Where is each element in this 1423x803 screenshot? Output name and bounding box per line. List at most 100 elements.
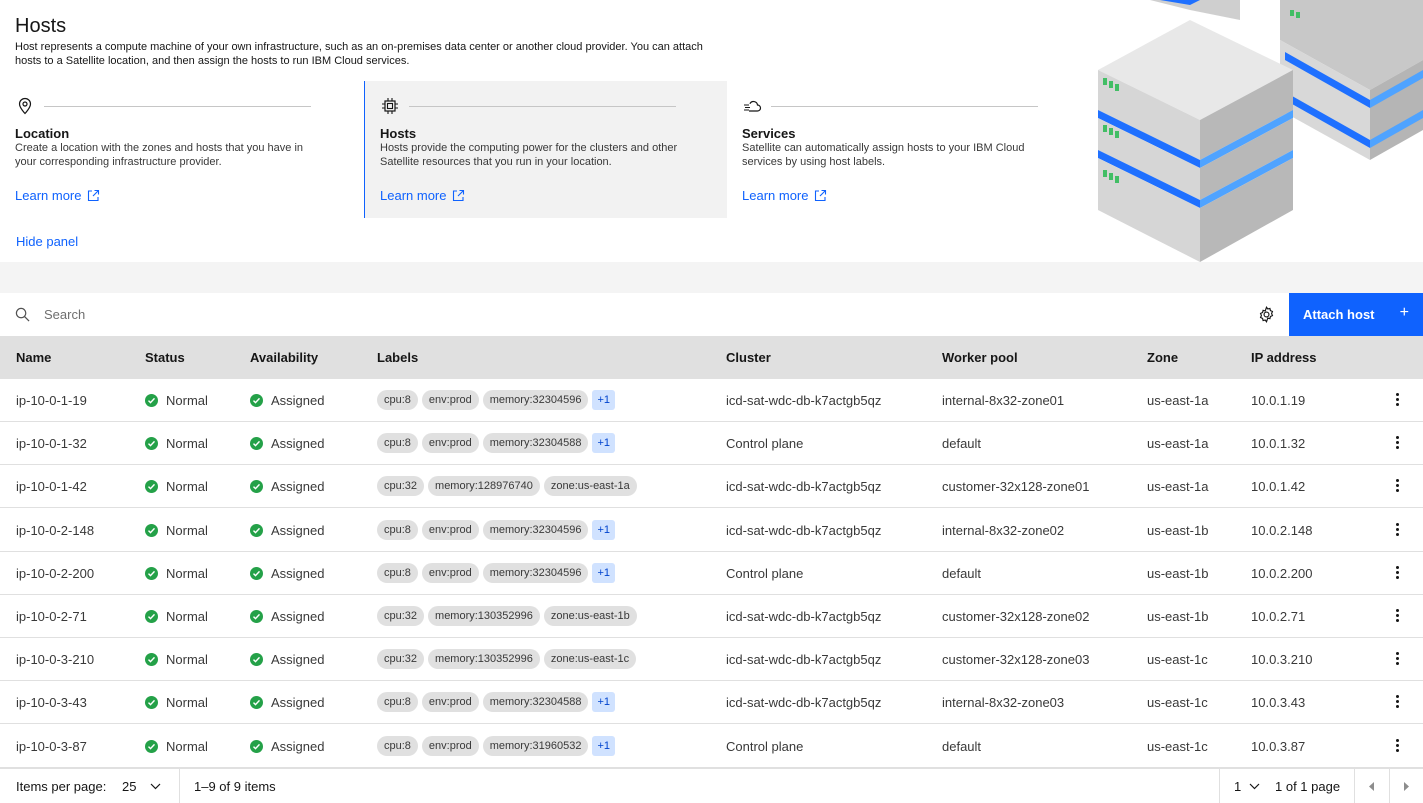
cell-availability: Assigned [250,739,324,754]
cell-ip-address: 10.0.3.210 [1251,652,1313,667]
status-text: Normal [166,393,208,408]
table-row[interactable]: ip-10-0-3-87 Normal Assigned cpu:8 env:prod m… [0,725,1423,768]
overflow-menu-icon[interactable] [1396,652,1400,666]
card-title: Location [15,126,70,141]
column-header-availability[interactable]: Availability [250,350,318,365]
column-header-status[interactable]: Status [145,350,185,365]
items-per-page-select[interactable]: 25 [122,769,161,803]
checkmark-circle-icon [250,696,263,709]
label-tag: memory:128976740 [428,476,540,496]
overflow-menu-icon[interactable] [1396,393,1400,407]
cell-zone: us-east-1c [1147,695,1208,710]
column-header-ip-address[interactable]: IP address [1251,350,1317,365]
checkmark-circle-icon [145,696,158,709]
table-row[interactable]: ip-10-0-1-42 Normal Assigned cpu:32 memory:1… [0,465,1423,508]
label-tag: cpu:32 [377,606,425,626]
previous-page-button[interactable] [1354,769,1389,803]
table-row[interactable]: ip-10-0-3-43 Normal Assigned cpu:8 env:prod m… [0,681,1423,724]
next-page-button[interactable] [1389,769,1423,803]
label-tag: env:prod [421,433,479,453]
learn-more-link-services[interactable]: Learn more [742,188,827,203]
column-header-labels[interactable]: Labels [377,350,418,365]
cell-worker-pool: default [942,436,982,451]
add-icon: + [1399,304,1409,321]
label-tag: env:prod [421,563,479,583]
table-row[interactable]: ip-10-0-2-71 Normal Assigned cpu:32 memory:1… [0,595,1423,638]
cell-availability: Assigned [250,609,324,624]
page-of-text: 1 of 1 page [1275,779,1341,794]
cell-name: ip-10-0-3-43 [16,695,87,710]
cell-zone: us-east-1a [1147,479,1209,494]
table-row[interactable]: ip-10-0-1-19 Normal Assigned cpu:8 env:prod m… [0,379,1423,422]
cell-name: ip-10-0-2-148 [16,523,95,538]
availability-text: Assigned [271,652,325,667]
label-tag: memory:32304588 [482,433,589,453]
hide-panel-link[interactable]: Hide panel [16,234,78,249]
column-header-cluster[interactable]: Cluster [726,350,771,365]
cell-availability: Assigned [250,479,324,494]
more-labels-tag[interactable]: +1 [592,390,616,410]
more-labels-tag[interactable]: +1 [592,736,616,756]
availability-text: Assigned [271,523,325,538]
overflow-menu-icon[interactable] [1396,479,1400,493]
cell-zone: us-east-1c [1147,652,1208,667]
cell-ip-address: 10.0.2.148 [1251,523,1313,538]
cell-name: ip-10-0-2-200 [16,566,95,581]
table-row[interactable]: ip-10-0-2-200 Normal Assigned cpu:8 env:prod… [0,552,1423,595]
overflow-menu-icon[interactable] [1396,609,1400,623]
chevron-down-icon [1249,783,1260,790]
label-tag: env:prod [421,390,479,410]
checkmark-circle-icon [145,480,158,493]
cell-status: Normal [145,436,208,451]
column-header-zone[interactable]: Zone [1147,350,1178,365]
gear-icon[interactable] [1258,306,1275,323]
cell-name: ip-10-0-1-32 [16,436,87,451]
cell-ip-address: 10.0.1.19 [1251,393,1306,408]
overflow-menu-icon[interactable] [1396,695,1400,709]
external-link-icon [453,189,465,202]
table-row[interactable]: ip-10-0-3-210 Normal Assigned cpu:32 memory:… [0,638,1423,681]
table-row[interactable]: ip-10-0-2-148 Normal Assigned cpu:8 env:prod… [0,509,1423,552]
items-per-page-label: Items per page: [16,779,107,794]
cell-ip-address: 10.0.1.32 [1251,436,1306,451]
cell-zone: us-east-1b [1147,523,1209,538]
more-labels-tag[interactable]: +1 [592,692,616,712]
cell-status: Normal [145,523,208,538]
column-header-name[interactable]: Name [16,350,51,365]
external-link-icon [815,189,827,202]
learn-more-link-hosts[interactable]: Learn more [380,188,465,203]
label-tag: memory:32304588 [482,692,589,712]
more-labels-tag[interactable]: +1 [592,520,616,540]
cell-status: Normal [145,652,208,667]
column-header-worker-pool[interactable]: Worker pool [942,350,1018,365]
cell-worker-pool: customer-32x128-zone03 [942,652,1090,667]
cell-status: Normal [145,479,208,494]
cell-labels: cpu:8 env:prod memory:32304596 +1 [377,563,616,583]
cell-availability: Assigned [250,523,324,538]
overflow-menu-icon[interactable] [1396,739,1400,753]
more-labels-tag[interactable]: +1 [592,563,616,583]
server-rack-illustration [1098,0,1423,262]
checkmark-circle-icon [145,653,158,666]
overflow-menu-icon[interactable] [1396,523,1400,537]
cell-name: ip-10-0-1-19 [16,393,87,408]
cell-availability: Assigned [250,695,324,710]
cell-ip-address: 10.0.1.42 [1251,479,1306,494]
label-tag: cpu:8 [377,563,418,583]
availability-text: Assigned [271,479,325,494]
more-labels-tag[interactable]: +1 [592,433,616,453]
availability-text: Assigned [271,695,325,710]
availability-text: Assigned [271,436,325,451]
intro-panel: Hosts Host represents a compute machine … [0,0,1423,262]
cell-labels: cpu:8 env:prod memory:32304596 +1 [377,520,616,540]
overflow-menu-icon[interactable] [1396,566,1400,580]
page-select[interactable]: 1 [1234,769,1260,803]
cell-worker-pool: internal-8x32-zone01 [942,393,1065,408]
item-range-text: 1–9 of 9 items [194,779,276,794]
card-divider [771,106,1038,107]
learn-more-link-location[interactable]: Learn more [15,188,100,203]
search-input[interactable] [44,293,1244,336]
overflow-menu-icon[interactable] [1396,436,1400,450]
attach-host-button[interactable]: Attach host + [1289,293,1423,336]
table-row[interactable]: ip-10-0-1-32 Normal Assigned cpu:8 env:prod m… [0,422,1423,465]
